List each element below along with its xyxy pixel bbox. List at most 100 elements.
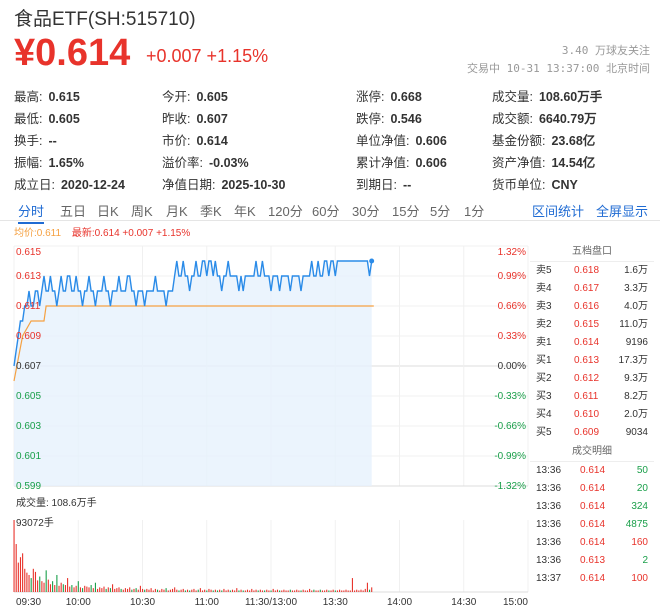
- trade-price: 0.614: [580, 573, 606, 584]
- volume-bar: [351, 578, 353, 592]
- tab-4[interactable]: 月K: [166, 201, 188, 220]
- stat-label: 成立日:: [14, 178, 55, 192]
- stats-row: 最低: 0.605 昨收: 0.607 跌停: 0.546 成交额: 6640.79万: [14, 106, 654, 128]
- trade-volume: 100: [631, 573, 648, 584]
- volume-bar: [17, 562, 19, 592]
- volume-bar: [236, 588, 238, 592]
- fullscreen-button[interactable]: 全屏显示: [596, 201, 648, 220]
- tab-8[interactable]: 60分: [312, 201, 339, 220]
- tab-1[interactable]: 五日: [60, 201, 86, 220]
- latest-price-dot: [369, 258, 375, 264]
- stat-value: 0.605: [48, 112, 80, 126]
- volume-bar: [30, 578, 32, 592]
- trade-price: 0.614: [580, 519, 606, 530]
- volume-bar: [294, 590, 296, 592]
- tab-7[interactable]: 120分: [268, 201, 303, 220]
- stats-row: 最高: 0.615 今开: 0.605 涨停: 0.668 成交量: 108.60万手: [14, 84, 654, 106]
- trade-row: 13:36 0.613 2: [530, 552, 654, 570]
- volume-bar: [109, 588, 111, 592]
- volume-bar: [101, 588, 103, 592]
- volume-bar: [191, 589, 193, 592]
- stat-cell: 成交量: 108.60万手: [492, 86, 602, 105]
- volume-bar: [90, 585, 92, 592]
- volume-bar: [343, 590, 345, 592]
- y-tick-left: 0.599: [16, 481, 41, 492]
- stat-value: 0.546: [390, 112, 422, 126]
- volume-bar: [62, 584, 64, 592]
- volume-bar: [287, 590, 289, 592]
- book-price: 0.614: [574, 337, 600, 348]
- tab-11[interactable]: 5分: [430, 201, 450, 220]
- stat-cell: 净值日期: 2025-10-30: [162, 174, 285, 193]
- book-level-label: 卖3: [536, 301, 552, 312]
- y-tick-right: -0.99%: [494, 451, 526, 462]
- volume-bar: [167, 590, 169, 592]
- trade-price: 0.614: [580, 483, 606, 494]
- volume-bar: [129, 587, 131, 592]
- volume-bar: [195, 590, 197, 592]
- book-level-label: 买1: [536, 355, 552, 366]
- tab-9[interactable]: 30分: [352, 201, 379, 220]
- volume-bar: [231, 589, 234, 592]
- stat-label: 换手:: [14, 134, 43, 148]
- volume-bar: [336, 590, 338, 592]
- stat-value: 14.54亿: [551, 156, 596, 170]
- tab-2[interactable]: 日K: [97, 201, 119, 220]
- tab-10[interactable]: 15分: [392, 201, 419, 220]
- volume-bar: [120, 588, 122, 592]
- volume-bar: [208, 588, 210, 592]
- x-tick: 14:30: [451, 597, 476, 608]
- volume-bar: [103, 586, 105, 592]
- stat-cell: 基金份额: 23.68亿: [492, 130, 595, 149]
- volume-bar: [161, 588, 163, 592]
- y-tick-right: 0.33%: [498, 331, 526, 342]
- stat-value: 23.68亿: [551, 134, 596, 148]
- volume-bar: [240, 589, 242, 592]
- volume-bar: [45, 570, 47, 592]
- volume-bar: [279, 590, 281, 592]
- stats-grid: 最高: 0.615 今开: 0.605 涨停: 0.668 成交量: 108.60万手 最低: 0…: [14, 84, 654, 194]
- book-volume: 1.6万: [624, 265, 648, 276]
- tab-12[interactable]: 1分: [464, 201, 484, 220]
- book-level-label: 卖1: [536, 337, 552, 348]
- volume-bar: [54, 585, 56, 592]
- volume-label: 成交量: 108.6万手: [16, 498, 97, 509]
- intraday-chart[interactable]: 0.615 0.613 0.611 0.609 0.607 0.605 0.603 0.601…: [0, 220, 530, 610]
- volume-bar: [122, 589, 124, 592]
- book-price: 0.615: [574, 319, 600, 330]
- volume-bar: [317, 590, 319, 592]
- tab-3[interactable]: 周K: [131, 201, 153, 220]
- volume-bar: [257, 590, 259, 592]
- volume-bar: [37, 580, 39, 592]
- volume-bar: [328, 590, 330, 592]
- volume-bar: [319, 589, 321, 592]
- stat-label: 市价:: [162, 134, 191, 148]
- volume-bar: [246, 589, 249, 592]
- stat-label: 净值日期:: [162, 178, 216, 192]
- range-stats-button[interactable]: 区间统计: [532, 201, 584, 220]
- volume-bar: [77, 581, 79, 592]
- fund-title: 食品ETF(SH:515710): [14, 9, 196, 30]
- stat-label: 跌停:: [356, 112, 385, 126]
- trade-price: 0.614: [580, 537, 606, 548]
- trade-row: 13:37 0.614 100: [530, 570, 654, 588]
- volume-bar: [371, 587, 373, 592]
- volume-bar: [154, 588, 156, 592]
- stat-value: --: [48, 134, 57, 148]
- book-volume: 9196: [625, 337, 648, 348]
- stat-label: 涨停:: [356, 90, 385, 104]
- order-book-title: 五档盘口: [530, 242, 654, 262]
- volume-bar: [212, 590, 214, 592]
- trade-row: 13:36 0.614 4875: [530, 516, 654, 534]
- book-volume: 2.0万: [624, 409, 648, 420]
- volume-bar: [193, 588, 195, 592]
- tab-5[interactable]: 季K: [200, 201, 222, 220]
- stat-value: 0.668: [390, 90, 422, 104]
- stat-label: 成交额:: [492, 112, 533, 126]
- trade-volume: 2: [642, 555, 648, 566]
- stat-value: -0.03%: [208, 156, 249, 170]
- stat-cell: 货币单位: CNY: [492, 174, 578, 193]
- trade-volume: 50: [636, 465, 648, 476]
- volume-bar: [285, 590, 287, 592]
- tab-6[interactable]: 年K: [234, 201, 256, 220]
